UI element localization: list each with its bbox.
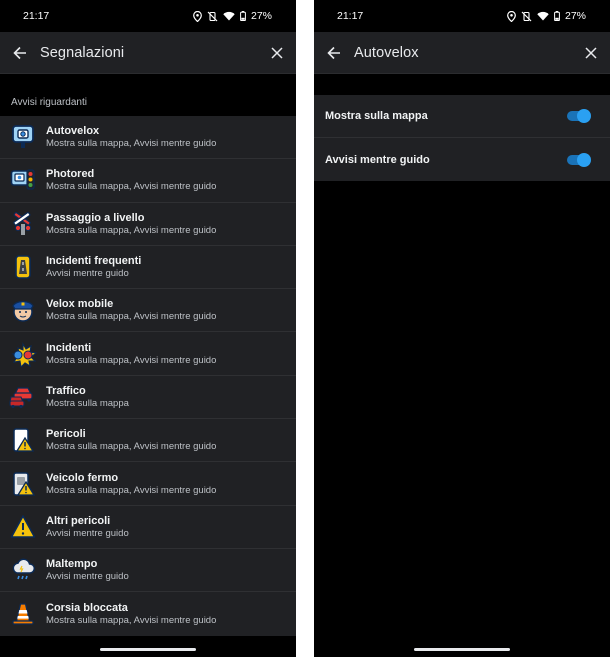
setting-mostra-sulla-mappa[interactable]: Mostra sulla mappa <box>314 95 610 138</box>
hazard-icon <box>0 427 46 453</box>
alerts-list: Autovelox Mostra sulla mappa, Avvisi ment… <box>0 116 296 636</box>
app-bar: Autovelox <box>314 32 610 74</box>
setting-avvisi-mentre-guido[interactable]: Avvisi mentre guido <box>314 138 610 181</box>
setting-label: Mostra sulla mappa <box>325 110 428 122</box>
battery-icon <box>554 11 560 21</box>
close-icon[interactable] <box>582 44 600 62</box>
show-on-map-toggle[interactable] <box>567 109 591 123</box>
battery-percent: 27% <box>564 10 586 22</box>
setting-label: Avvisi mentre guido <box>325 153 430 166</box>
location-icon <box>507 10 516 22</box>
red-light-camera-icon <box>0 167 46 193</box>
list-item-maltempo[interactable]: Maltempo Avvisi mentre guido <box>0 549 296 593</box>
status-bar: 21:17 27% <box>314 0 610 32</box>
wifi-icon <box>537 11 549 21</box>
crash-icon <box>0 341 46 367</box>
screen-segnalazioni: 21:17 27% Segnalazioni Avvisi riguardant… <box>0 0 296 657</box>
list-item-velox-mobile[interactable]: Velox mobile Mostra sulla mappa, Avvisi m… <box>0 289 296 333</box>
driving-alerts-toggle[interactable] <box>567 152 591 167</box>
status-time: 21:17 <box>337 10 364 22</box>
gesture-bar[interactable] <box>414 648 510 651</box>
bad-weather-icon <box>0 557 46 583</box>
list-item-autovelox[interactable]: Autovelox Mostra sulla mappa, Avvisi ment… <box>0 116 296 160</box>
list-item-incidenti-frequenti[interactable]: Incidenti frequenti Avvisi mentre guido <box>0 246 296 290</box>
warning-triangle-icon <box>0 514 46 540</box>
list-item-veicolo-fermo[interactable]: Veicolo fermo Mostra sulla mappa, Avvisi … <box>0 462 296 506</box>
location-icon <box>193 10 202 22</box>
vibrate-off-icon <box>207 11 218 21</box>
section-label: Avvisi riguardanti <box>11 97 87 108</box>
police-officer-icon <box>0 297 46 323</box>
list-item-altri-pericoli[interactable]: Altri pericoli Avvisi mentre guido <box>0 506 296 549</box>
frequent-accidents-icon <box>0 254 46 280</box>
gesture-bar[interactable] <box>100 648 196 651</box>
stopped-vehicle-icon <box>0 471 46 497</box>
status-bar: 21:17 27% <box>0 0 296 32</box>
screen-autovelox: 21:17 27% Autovelox Mostra sulla mappa A… <box>314 0 610 657</box>
list-item-corsia-bloccata[interactable]: Corsia bloccata Mostra sulla mappa, Avvis… <box>0 592 296 635</box>
page-title: Segnalazioni <box>40 44 125 61</box>
close-icon[interactable] <box>268 44 286 62</box>
settings-list: Mostra sulla mappa Avvisi mentre guido <box>314 95 610 181</box>
speed-camera-icon <box>0 124 46 150</box>
battery-percent: 27% <box>250 10 272 22</box>
wifi-icon <box>223 11 235 21</box>
traffic-cars-icon <box>0 384 46 410</box>
list-item-traffico[interactable]: Traffico Mostra sulla mappa <box>0 376 296 420</box>
list-item-pericoli[interactable]: Pericoli Mostra sulla mappa, Avvisi mentr… <box>0 419 296 463</box>
list-item-incidenti[interactable]: Incidenti Mostra sulla mappa, Avvisi ment… <box>0 332 296 376</box>
list-item-passaggio-a-livello[interactable]: Passaggio a livello Mostra sulla mappa, A… <box>0 203 296 246</box>
battery-icon <box>240 11 246 21</box>
railroad-crossing-icon <box>0 211 46 237</box>
back-arrow-icon[interactable] <box>11 44 29 62</box>
page-title: Autovelox <box>354 44 419 61</box>
back-arrow-icon[interactable] <box>325 44 343 62</box>
traffic-cone-icon <box>0 601 46 627</box>
vibrate-off-icon <box>521 11 532 21</box>
list-item-photored[interactable]: Photored Mostra sulla mappa, Avvisi mentr… <box>0 159 296 203</box>
app-bar: Segnalazioni <box>0 32 296 74</box>
status-time: 21:17 <box>23 10 50 22</box>
